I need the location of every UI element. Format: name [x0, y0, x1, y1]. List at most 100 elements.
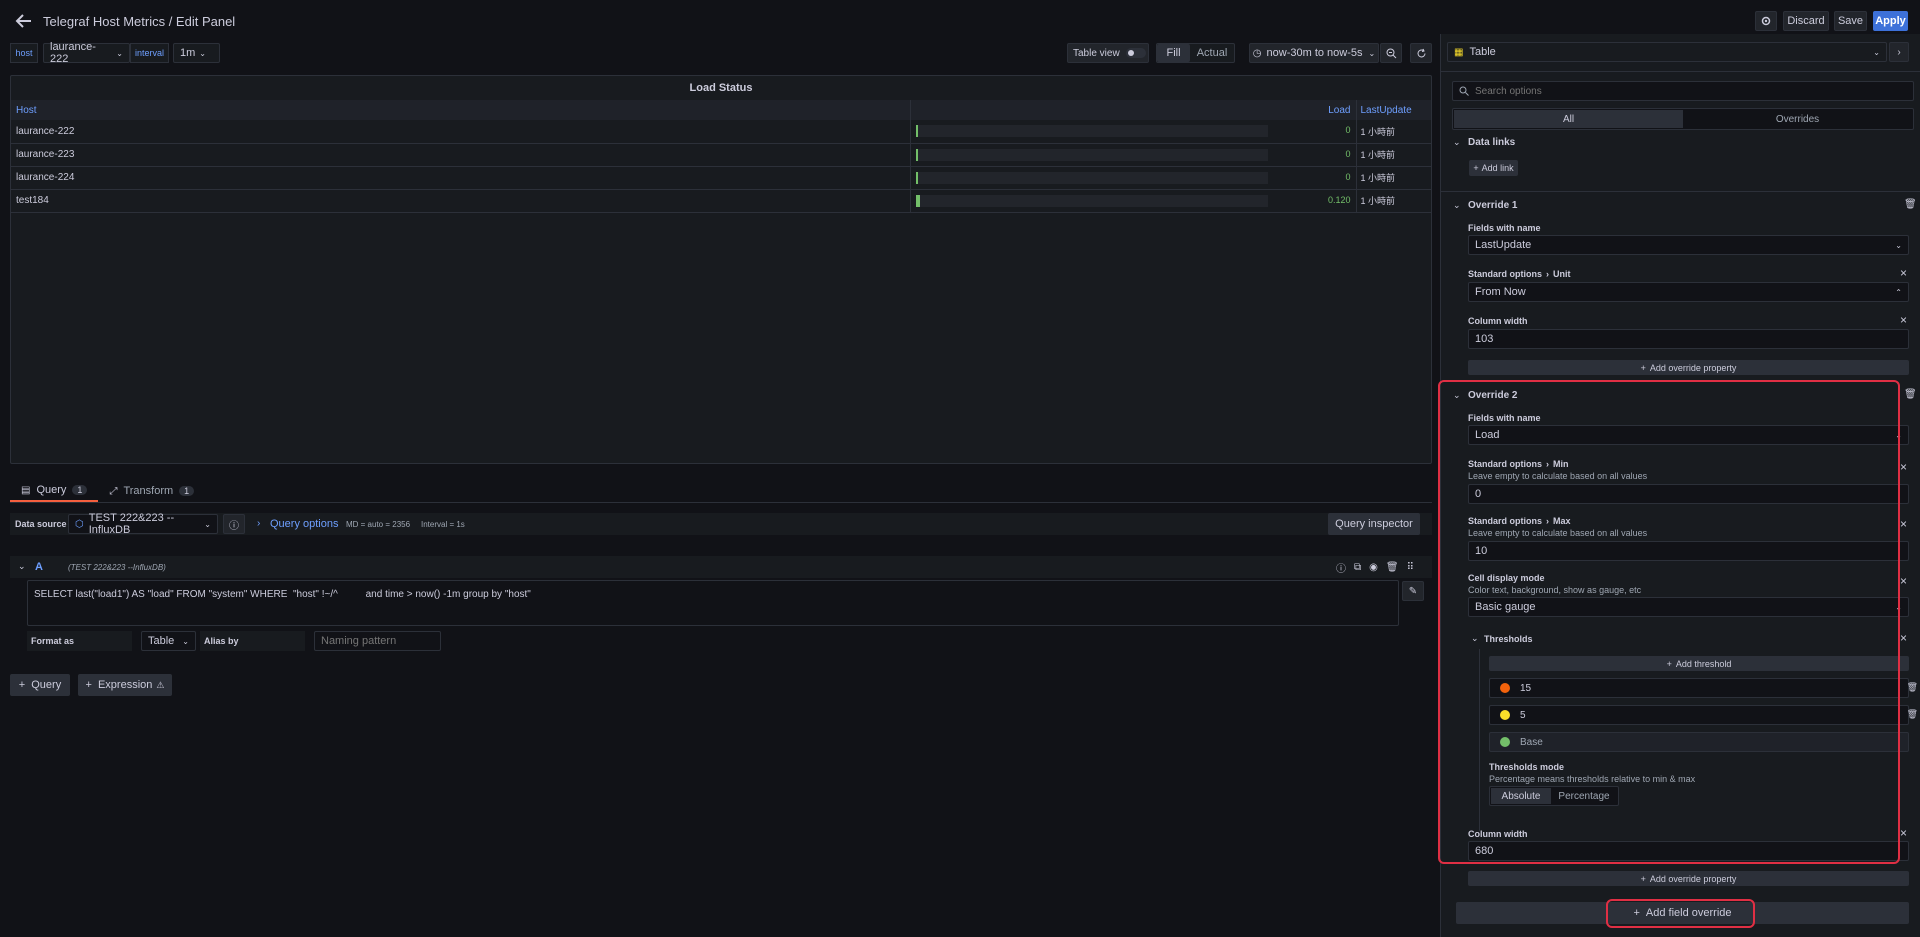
close-icon[interactable]: ×: [1900, 631, 1907, 645]
host-variable-label: host: [10, 43, 38, 63]
help-icon[interactable]: ⓘ: [1336, 560, 1346, 575]
load-gauge-cell: 0: [910, 143, 1357, 166]
host-cell: laurance-222: [11, 120, 911, 143]
table-view-toggle[interactable]: Table view: [1067, 43, 1149, 63]
close-icon[interactable]: ×: [1900, 266, 1907, 280]
host-cell: test184: [11, 189, 911, 212]
format-as-select[interactable]: Table ⌄: [141, 631, 196, 651]
query-inspector-button[interactable]: Query inspector: [1328, 513, 1420, 535]
tab-transform[interactable]: ⤢ Transform 1: [98, 480, 205, 502]
query-options-toggle[interactable]: Query options: [270, 518, 338, 530]
override-1-add-property-button[interactable]: + Add override property: [1468, 360, 1909, 375]
collapse-options-button[interactable]: ›: [1889, 42, 1909, 62]
interval-variable-value: 1m: [180, 47, 196, 59]
add-expression-button[interactable]: + Expression ⚠: [78, 674, 172, 696]
trash-icon[interactable]: 🗑: [1907, 709, 1918, 720]
data-table: Host Load LastUpdate laurance-222 0 1 小時前 l…: [11, 100, 1431, 213]
alias-by-label: Alias by: [200, 631, 305, 651]
close-icon[interactable]: ×: [1900, 826, 1907, 840]
load-gauge-bar: [915, 148, 1268, 161]
override-1-title[interactable]: Override 1: [1468, 200, 1517, 211]
tab-query-label: Query: [36, 484, 67, 496]
column-header-load[interactable]: Load: [910, 100, 1357, 120]
refresh-button[interactable]: [1410, 43, 1432, 63]
datasource-select[interactable]: ⬡ TEST 222&223 --InfluxDB ⌄: [68, 512, 218, 536]
query-text-area[interactable]: SELECT last("load1") AS "load" FROM "sys…: [27, 580, 1399, 626]
drag-handle-icon[interactable]: ⠿: [1407, 562, 1414, 573]
options-divider: [1441, 71, 1920, 72]
column-header-lastupdate[interactable]: LastUpdate: [1356, 100, 1431, 120]
tab-query-count: 1: [72, 485, 88, 495]
chevron-down-icon[interactable]: ⌄: [18, 561, 26, 572]
override-1-width-input[interactable]: 103: [1468, 329, 1909, 349]
back-arrow-icon[interactable]: [14, 11, 34, 31]
edit-query-button[interactable]: ✎: [1402, 581, 1424, 601]
chevron-right-icon: ›: [1897, 46, 1901, 58]
toggle-switch[interactable]: [1125, 48, 1146, 58]
lastupdate-cell: 1 小時前: [1360, 196, 1396, 206]
tab-all[interactable]: All: [1454, 110, 1683, 128]
trash-icon[interactable]: 🗑: [1907, 682, 1918, 693]
interval-variable-select[interactable]: 1m ⌄: [173, 43, 220, 63]
chevron-down-icon: ⌄: [1873, 47, 1880, 57]
load-value: 0: [1345, 171, 1351, 182]
trash-icon[interactable]: 🗑: [1386, 562, 1399, 573]
plus-icon: +: [1640, 362, 1646, 373]
interval-info: Interval = 1s: [421, 520, 465, 529]
tab-query[interactable]: ▤ Query 1: [10, 480, 99, 502]
data-links-title[interactable]: Data links: [1468, 137, 1515, 148]
close-icon[interactable]: ×: [1900, 313, 1907, 327]
save-button[interactable]: Save: [1834, 11, 1867, 31]
apply-button[interactable]: Apply: [1873, 11, 1908, 31]
visualization-picker[interactable]: ▦ Table ⌄: [1447, 42, 1887, 62]
add-query-label: Query: [31, 679, 62, 691]
query-row-actions: ⓘ ⧉ ◉ 🗑 ⠿: [1336, 560, 1414, 575]
close-icon[interactable]: ×: [1900, 574, 1907, 588]
trash-icon[interactable]: 🗑: [1904, 199, 1917, 210]
add-query-button[interactable]: + Query: [10, 674, 70, 696]
load-gauge-fill: [915, 194, 920, 207]
datasource-row: Data source ⬡ TEST 222&223 --InfluxDB ⌄ …: [10, 512, 1432, 536]
query-ref-id[interactable]: A: [35, 561, 43, 573]
query-tabs: ▤ Query 1 ⤢ Transform 1: [10, 480, 205, 502]
chevron-down-icon[interactable]: ⌄: [1453, 137, 1461, 148]
eye-icon[interactable]: ◉: [1369, 562, 1378, 573]
table-row: test184 0.120 1 小時前: [11, 189, 1431, 212]
close-icon[interactable]: ×: [1900, 517, 1907, 531]
panel-settings-button[interactable]: [1755, 11, 1777, 31]
time-range-picker[interactable]: ◷ now-30m to now-5s ⌄: [1249, 43, 1379, 63]
trash-icon[interactable]: 🗑: [1904, 389, 1917, 400]
chevron-down-icon[interactable]: ⌄: [1453, 200, 1461, 211]
highlight-add-field-override: [1606, 899, 1755, 928]
datasource-value: TEST 222&223 --InfluxDB: [88, 512, 175, 536]
host-variable-value: laurance-222: [50, 41, 96, 65]
actual-button[interactable]: Actual: [1190, 44, 1234, 62]
host-variable-select[interactable]: laurance-222 ⌄: [43, 41, 130, 65]
datasource-help-button[interactable]: ⓘ: [223, 514, 245, 534]
page-title: Telegraf Host Metrics / Edit Panel: [43, 14, 236, 29]
load-gauge-cell: 0: [910, 120, 1357, 143]
tab-overrides[interactable]: Overrides: [1683, 110, 1912, 128]
alias-input[interactable]: [314, 631, 441, 651]
interval-variable-label: interval: [130, 43, 169, 63]
override-1-fields-select[interactable]: LastUpdate ⌄: [1468, 235, 1909, 255]
refresh-icon: [1417, 48, 1425, 57]
override-2-add-property-button[interactable]: + Add override property: [1468, 871, 1909, 886]
duplicate-icon[interactable]: ⧉: [1354, 562, 1361, 573]
column-header-host[interactable]: Host: [11, 100, 911, 120]
lastupdate-cell: 1 小時前: [1360, 126, 1396, 137]
search-options-box[interactable]: [1452, 81, 1914, 101]
query-datasource-name: (TEST 222&223 --InfluxDB): [68, 563, 166, 572]
warning-icon: ⚠: [156, 679, 165, 690]
discard-button[interactable]: Discard: [1783, 11, 1829, 31]
load-value: 0.120: [1327, 194, 1351, 205]
lastupdate-cell: 1 小時前: [1360, 173, 1396, 183]
search-options-input[interactable]: [1475, 85, 1875, 97]
chevron-right-icon: ›: [257, 518, 261, 529]
tab-transform-label: Transform: [123, 485, 174, 497]
override-1-unit-select[interactable]: From Now ⌃: [1468, 282, 1909, 302]
add-link-button[interactable]: + Add link: [1469, 160, 1518, 176]
close-icon[interactable]: ×: [1900, 460, 1907, 474]
zoom-out-button[interactable]: [1380, 43, 1402, 63]
fill-button[interactable]: Fill: [1157, 44, 1190, 62]
